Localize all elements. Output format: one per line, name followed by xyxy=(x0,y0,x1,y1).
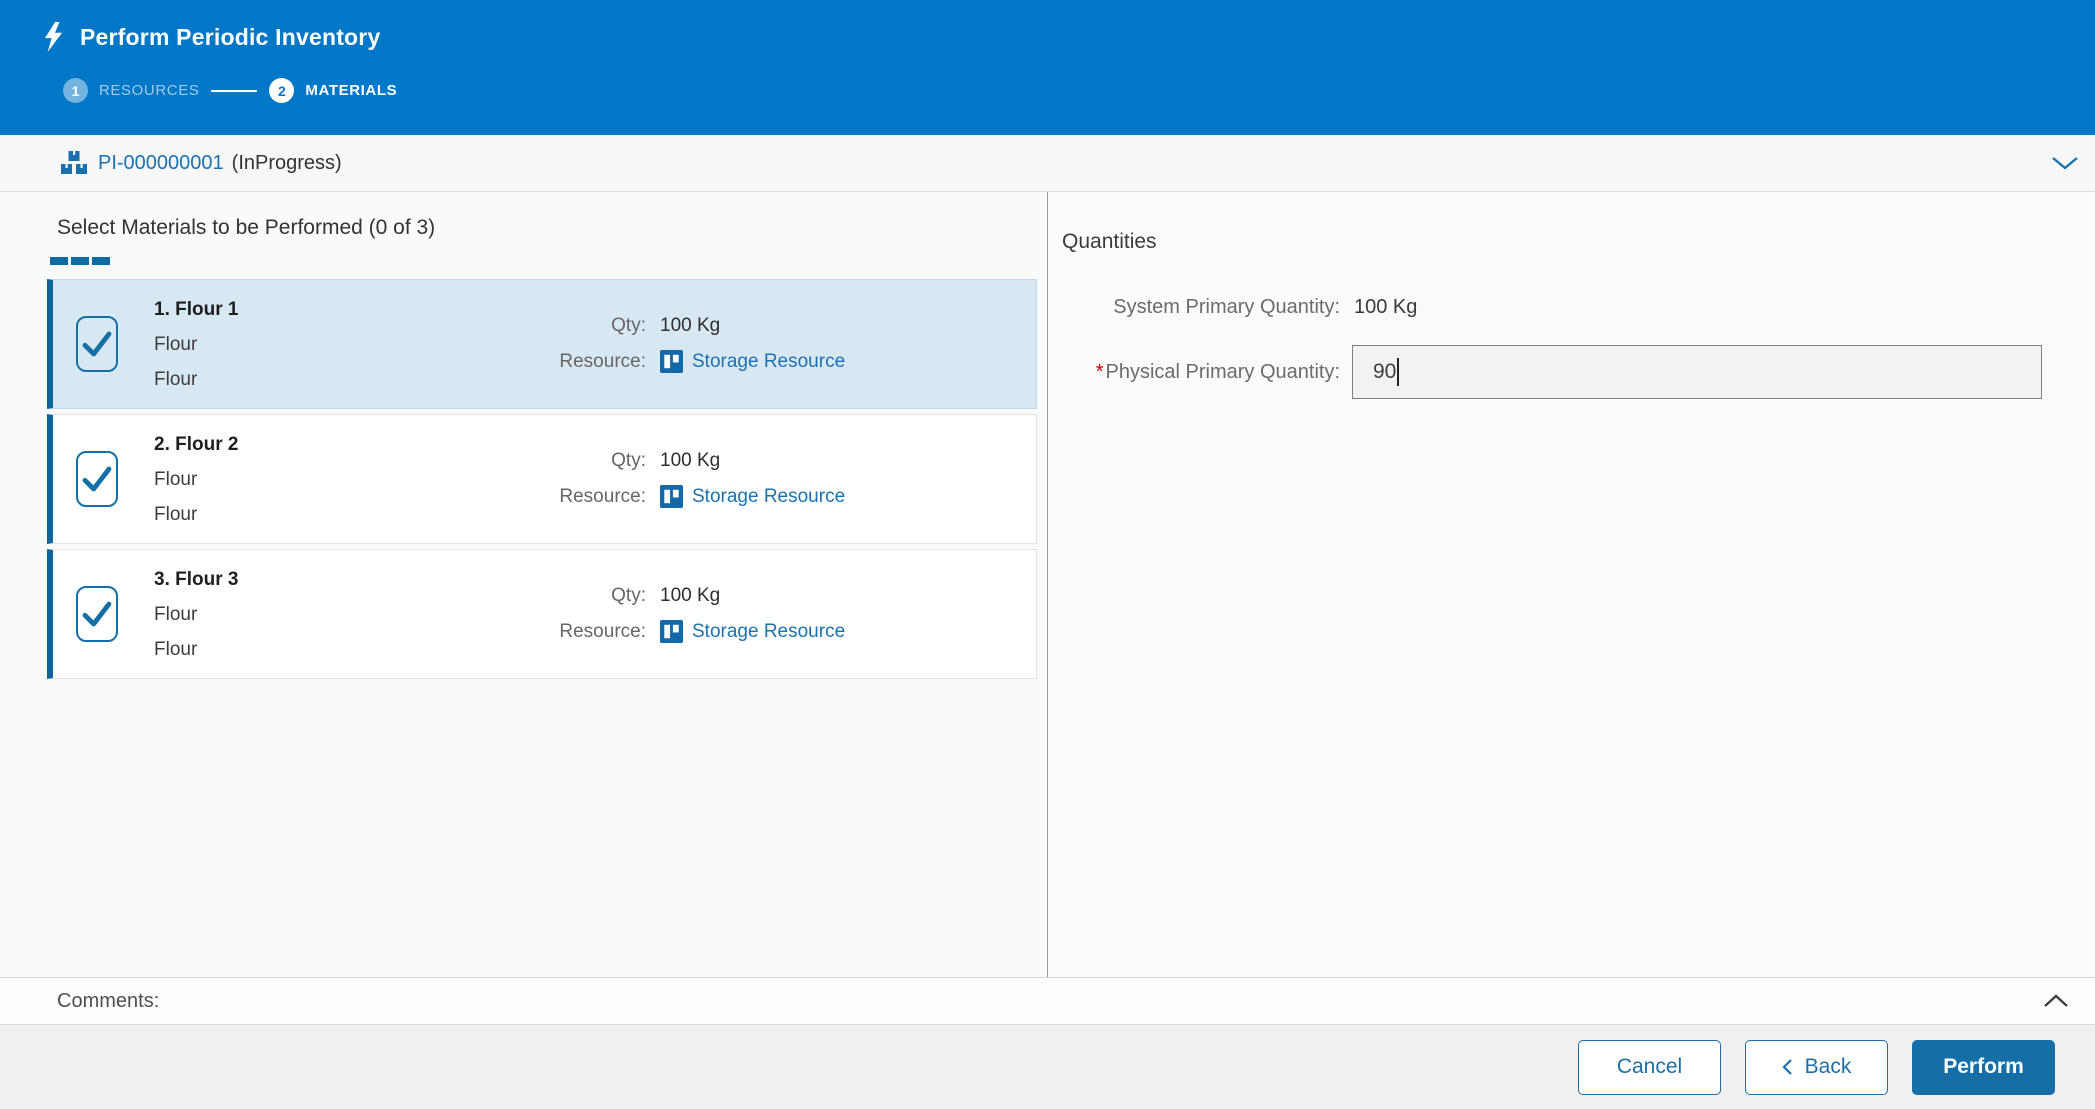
periodic-inventory-link[interactable]: PI-000000001 xyxy=(98,152,224,175)
checkbox-checked-icon[interactable] xyxy=(76,316,118,372)
materials-panel: Select Materials to be Performed (0 of 3… xyxy=(0,192,1048,977)
checkbox-checked-icon[interactable] xyxy=(76,586,118,642)
inventory-context-bar: PI-000000001 (InProgress) xyxy=(0,135,2095,192)
checkbox-checked-icon[interactable] xyxy=(76,451,118,507)
chevron-left-icon xyxy=(1782,1058,1793,1076)
system-primary-quantity-label: System Primary Quantity: xyxy=(1113,296,1340,318)
footer-actions: Cancel Back Perform xyxy=(0,1025,2095,1109)
system-primary-quantity-value: 100 Kg xyxy=(1354,296,1418,318)
input-value: 90 xyxy=(1373,360,1397,383)
storage-resource-link[interactable]: Storage Resource xyxy=(692,621,845,643)
storage-resource-icon xyxy=(660,350,683,373)
required-marker: * xyxy=(1095,360,1104,383)
inventory-lots-icon xyxy=(61,150,87,174)
material-name: 3. Flour 3 xyxy=(154,568,239,590)
storage-resource-icon xyxy=(660,620,683,643)
quantities-title: Quantities xyxy=(1062,230,1157,253)
material-item-flour-2[interactable]: 2. Flour 2 Flour Flour Qty: 100 Kg Resou… xyxy=(47,414,1037,544)
selection-progress-dashes xyxy=(50,257,1047,265)
step-materials[interactable]: 2 MATERIALS xyxy=(269,78,397,103)
material-description: Flour xyxy=(154,468,198,490)
material-description: Flour xyxy=(154,333,198,355)
comments-bar[interactable]: Comments: xyxy=(0,977,2095,1025)
perform-button[interactable]: Perform xyxy=(1912,1039,2055,1095)
step-resources[interactable]: 1 RESOURCES xyxy=(63,78,199,103)
storage-resource-link[interactable]: Storage Resource xyxy=(692,486,845,508)
perform-periodic-inventory-dialog: Perform Periodic Inventory 1 RESOURCES 2… xyxy=(0,0,2095,1109)
material-item-flour-1[interactable]: 1. Flour 1 Flour Flour Qty: 100 Kg Resou… xyxy=(47,279,1037,409)
chevron-down-icon[interactable] xyxy=(2051,156,2079,171)
step-label: MATERIALS xyxy=(305,82,398,99)
step-number: 1 xyxy=(63,78,88,103)
cancel-button[interactable]: Cancel xyxy=(1578,1039,1721,1095)
material-group: Flour xyxy=(154,368,198,390)
material-item-flour-3[interactable]: 3. Flour 3 Flour Flour Qty: 100 Kg Resou… xyxy=(47,549,1037,679)
quantities-panel: Quantities System Primary Quantity: 100 … xyxy=(1048,192,2095,977)
wizard-steps: 1 RESOURCES 2 MATERIALS xyxy=(63,78,2095,103)
resource-label: Resource: xyxy=(559,350,646,372)
main-content: Select Materials to be Performed (0 of 3… xyxy=(0,192,2095,977)
qty-value: 100 Kg xyxy=(660,585,721,606)
step-label: RESOURCES xyxy=(99,82,200,99)
qty-label: Qty: xyxy=(611,450,646,471)
back-button[interactable]: Back xyxy=(1745,1039,1888,1095)
material-group: Flour xyxy=(154,638,198,660)
step-connector xyxy=(211,89,258,92)
physical-primary-quantity-label: * Physical Primary Quantity: xyxy=(1095,360,1340,383)
materials-list: 1. Flour 1 Flour Flour Qty: 100 Kg Resou… xyxy=(47,279,1037,679)
storage-resource-link[interactable]: Storage Resource xyxy=(692,351,845,373)
back-button-label: Back xyxy=(1804,1055,1852,1078)
inventory-status: (InProgress) xyxy=(231,151,342,174)
text-cursor xyxy=(1397,358,1400,386)
material-name: 1. Flour 1 xyxy=(154,298,239,320)
material-name: 2. Flour 2 xyxy=(154,433,239,455)
material-group: Flour xyxy=(154,503,198,525)
qty-value: 100 Kg xyxy=(660,315,721,336)
comments-label: Comments: xyxy=(57,989,160,1012)
resource-label: Resource: xyxy=(559,620,646,642)
physical-primary-quantity-input[interactable]: 90 xyxy=(1352,345,2042,399)
resource-label: Resource: xyxy=(559,485,646,507)
chevron-up-icon[interactable] xyxy=(2043,994,2069,1008)
qty-label: Qty: xyxy=(611,585,646,606)
storage-resource-icon xyxy=(660,485,683,508)
lightning-bolt-icon xyxy=(44,22,63,52)
materials-panel-title: Select Materials to be Performed (0 of 3… xyxy=(57,216,436,239)
material-description: Flour xyxy=(154,603,198,625)
step-number: 2 xyxy=(269,78,295,103)
qty-value: 100 Kg xyxy=(660,450,721,471)
qty-label: Qty: xyxy=(611,315,646,336)
page-title: Perform Periodic Inventory xyxy=(80,23,381,50)
wizard-header: Perform Periodic Inventory 1 RESOURCES 2… xyxy=(0,0,2095,135)
